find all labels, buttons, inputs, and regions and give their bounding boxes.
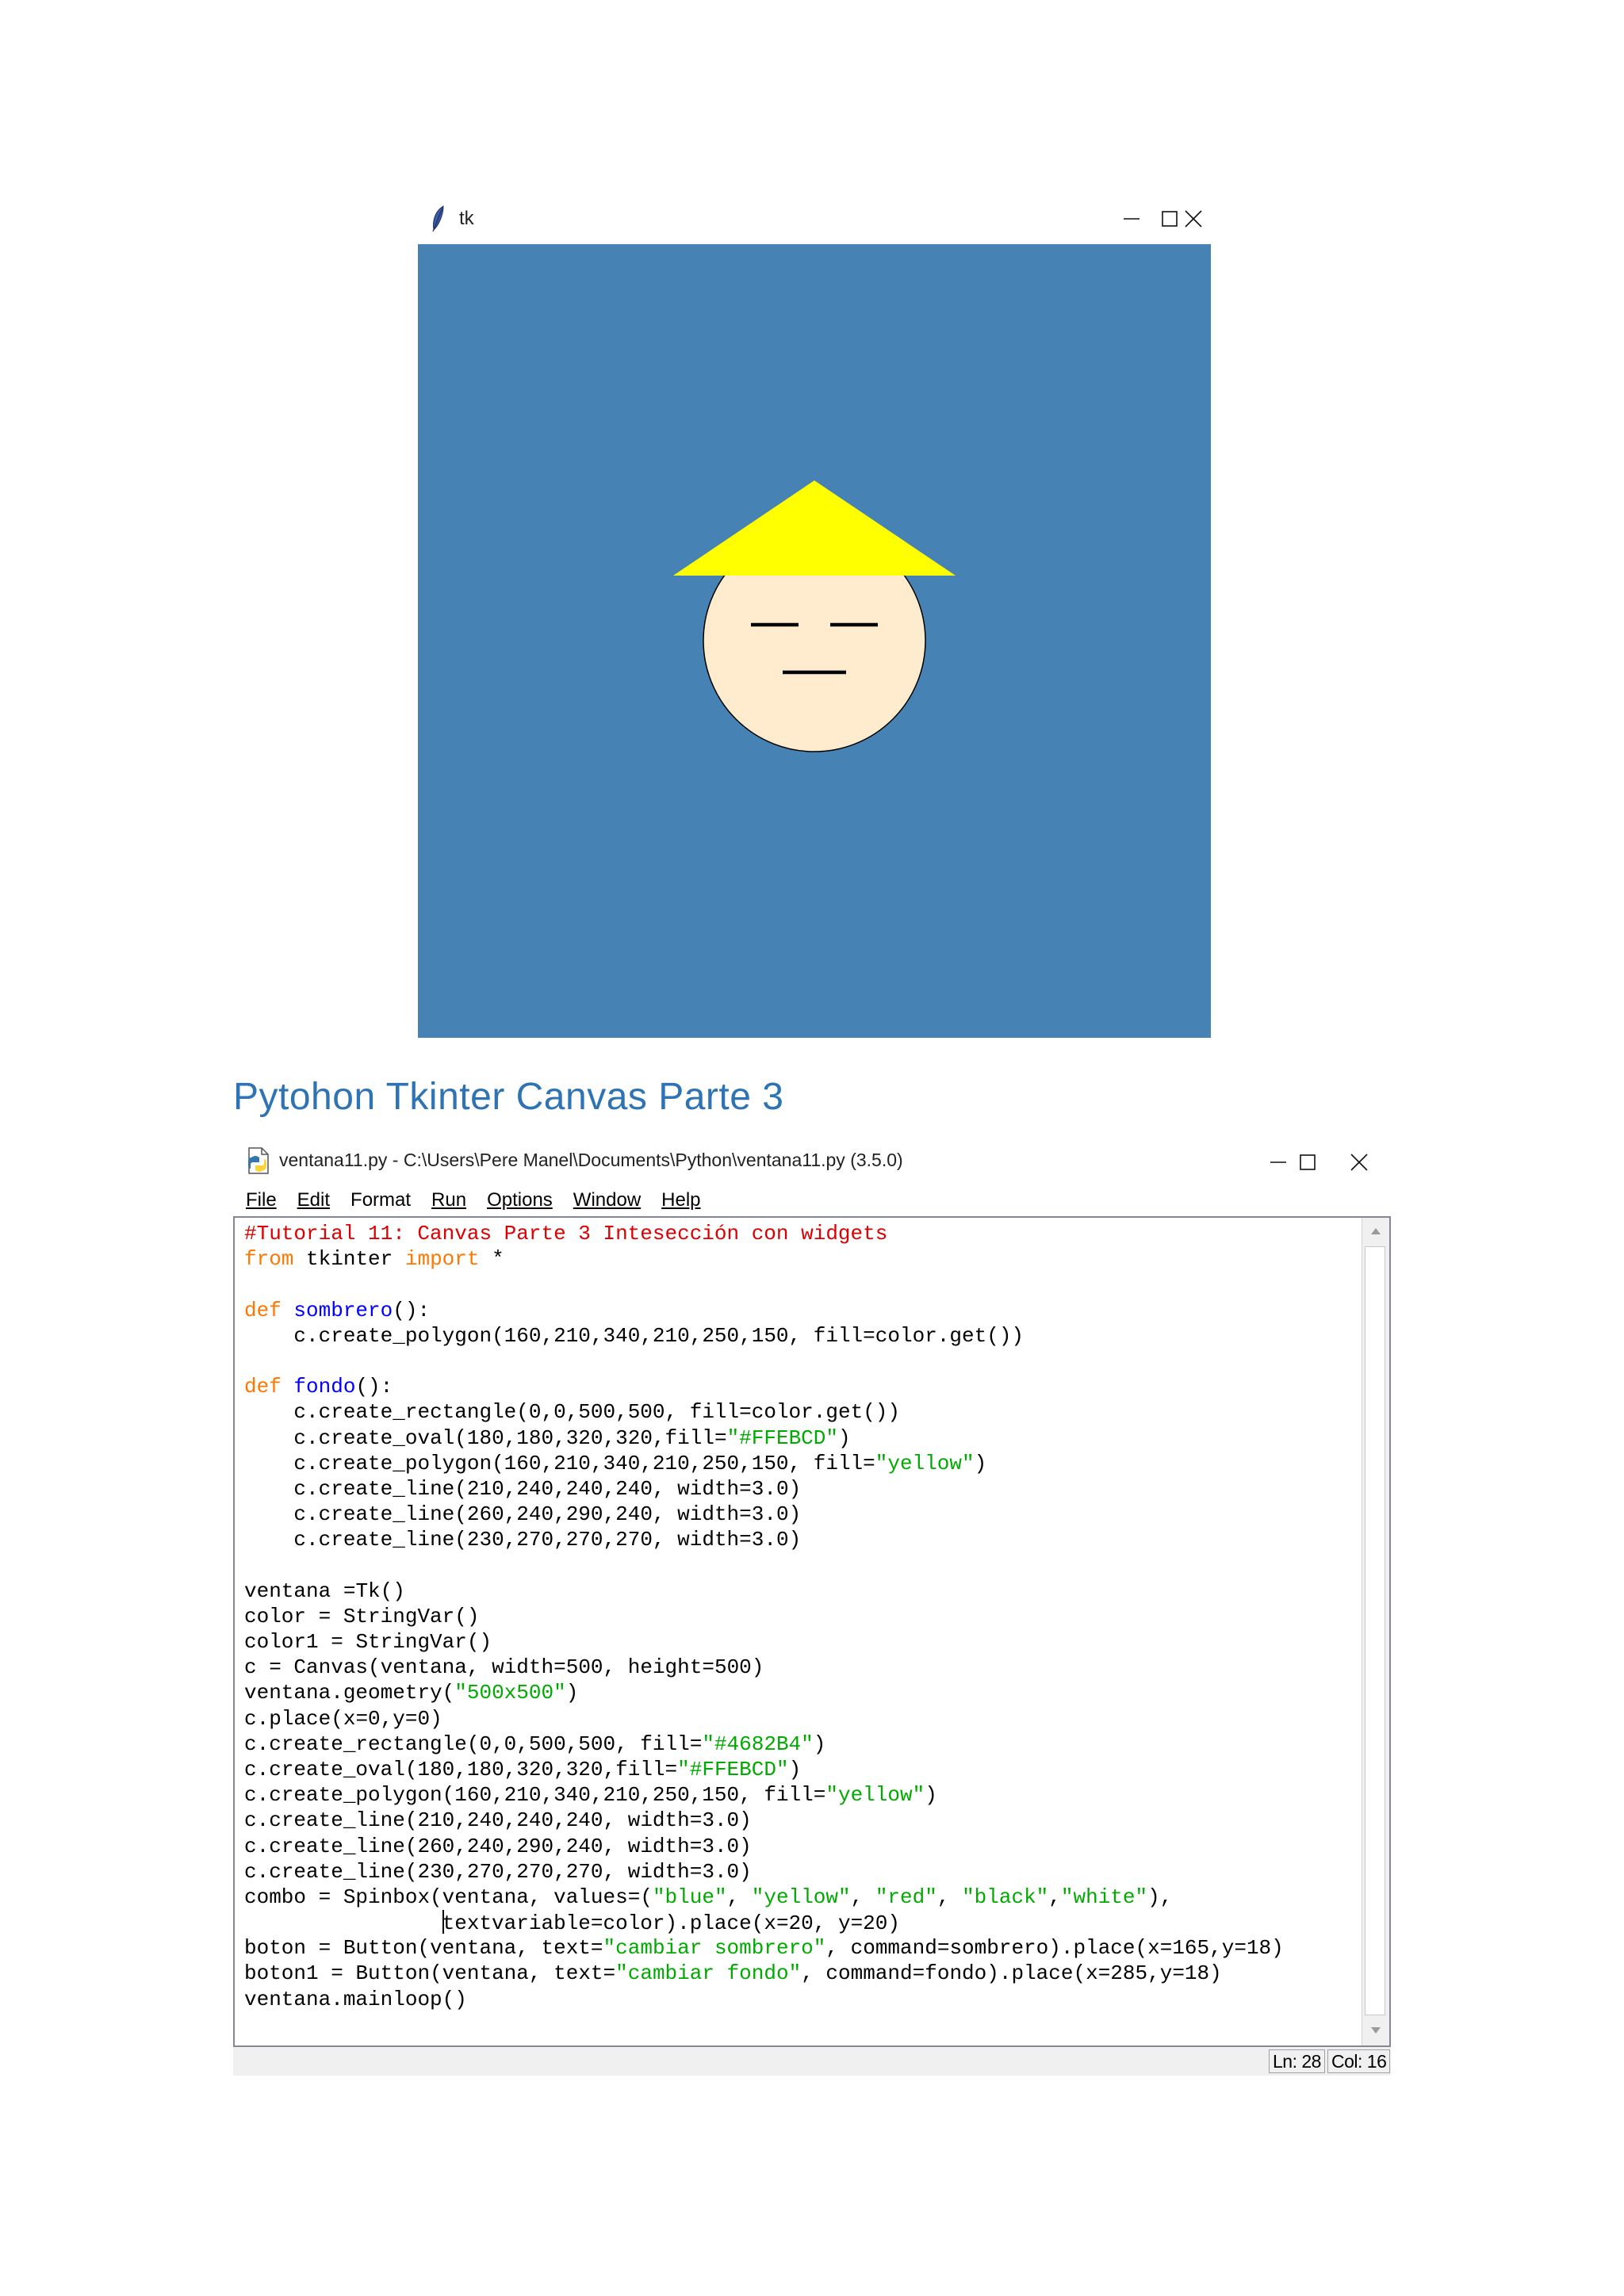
code-line: boton = Button(ventana, text="cambiar so… xyxy=(244,1936,1284,1961)
code-line: c.place(x=0,y=0) xyxy=(244,1706,442,1731)
code-line: c.create_line(210,240,240,240, width=3.0… xyxy=(244,1808,752,1833)
idle-close-button[interactable] xyxy=(1335,1143,1383,1181)
code-editor[interactable]: #Tutorial 11: Canvas Parte 3 Intesección… xyxy=(233,1216,1391,2047)
idle-window-title: ventana11.py - C:\Users\Pere Manel\Docum… xyxy=(279,1150,903,1170)
menu-edit[interactable]: Edit xyxy=(297,1189,330,1211)
code-line: color1 = StringVar() xyxy=(244,1630,492,1654)
code-line: c.create_polygon(160,210,340,210,250,150… xyxy=(244,1783,937,1808)
code-line: c.create_rectangle(0,0,500,500, fill=col… xyxy=(293,1400,900,1425)
code-line: c.create_oval(180,180,320,320,fill="#FFE… xyxy=(244,1757,802,1781)
minimize-icon xyxy=(1124,218,1139,220)
code-line: c.create_rectangle(0,0,500,500, fill="#4… xyxy=(244,1732,826,1756)
code-line: c.create_line(230,270,270,270, width=3.0… xyxy=(293,1528,802,1552)
code-line: ventana.geometry("500x500") xyxy=(244,1681,579,1705)
menu-file[interactable]: File xyxy=(246,1189,277,1211)
status-line-number: Ln: 28 xyxy=(1269,2049,1325,2073)
code-line: #Tutorial 11: Canvas Parte 3 Intesección… xyxy=(244,1222,888,1246)
menu-format-label: Format xyxy=(350,1189,412,1211)
scroll-down-arrow-icon xyxy=(1371,2027,1381,2034)
code-line: c.create_line(230,270,270,270, width=3.0… xyxy=(244,1859,752,1884)
menu-window[interactable]: Window xyxy=(573,1189,641,1211)
code-line: c.create_line(260,240,290,240, width=3.0… xyxy=(244,1834,752,1858)
menu-run[interactable]: Run xyxy=(431,1189,466,1211)
tk-window-title: tk xyxy=(459,208,474,229)
idle-editor-window: ventana11.py - C:\Users\Pere Manel\Docum… xyxy=(233,1137,1391,2076)
code-line: combo = Spinbox(ventana, values=("blue",… xyxy=(244,1885,1173,1909)
status-bar: Ln: 28 Col: 16 xyxy=(233,2047,1391,2076)
close-icon xyxy=(1350,1154,1368,1171)
code-line: from tkinter import * xyxy=(244,1247,504,1272)
tk-feather-icon xyxy=(432,205,444,232)
scrollbar-thumb[interactable] xyxy=(1365,1246,1385,2015)
status-column-number: Col: 16 xyxy=(1327,2049,1391,2073)
tk-title-bar[interactable]: tk xyxy=(418,193,1211,244)
menu-help[interactable]: Help xyxy=(661,1189,700,1211)
code-line: ventana =Tk() xyxy=(244,1578,405,1603)
menu-format[interactable]: Format xyxy=(350,1189,411,1211)
python-file-icon xyxy=(248,1147,269,1174)
close-icon xyxy=(1185,210,1202,228)
code-line: def fondo(): xyxy=(244,1375,393,1399)
maximize-icon xyxy=(1300,1154,1316,1170)
code-line: c.create_polygon(160,210,340,210,250,150… xyxy=(293,1323,1025,1348)
idle-maximize-button[interactable] xyxy=(1284,1143,1331,1181)
code-line: c.create_line(210,240,240,240, width=3.0… xyxy=(293,1476,802,1501)
code-line: c.create_line(260,240,290,240, width=3.0… xyxy=(293,1502,802,1527)
menu-help-label: Help xyxy=(661,1189,701,1211)
scroll-up-button[interactable] xyxy=(1362,1218,1389,1245)
menu-edit-label: Edit xyxy=(297,1189,331,1211)
tk-window: tk xyxy=(418,193,1211,1038)
code-line: def sombrero(): xyxy=(244,1298,431,1322)
menu-options[interactable]: Options xyxy=(487,1189,553,1211)
menu-file-label: File xyxy=(246,1189,277,1211)
code-text[interactable]: #Tutorial 11: Canvas Parte 3 Intesección… xyxy=(244,1221,1354,2012)
vertical-scrollbar[interactable] xyxy=(1362,1218,1389,2045)
code-line: textvariable=color).place(x=20, y=20) xyxy=(442,1910,900,1936)
menu-window-label: Window xyxy=(573,1189,642,1211)
code-line: c = Canvas(ventana, width=500, height=50… xyxy=(244,1655,764,1680)
menu-options-label: Options xyxy=(487,1189,553,1211)
document-heading: Pytohon Tkinter Canvas Parte 3 xyxy=(233,1076,784,1118)
code-line: boton1 = Button(ventana, text="cambiar f… xyxy=(244,1961,1222,1986)
code-line: c.create_polygon(160,210,340,210,250,150… xyxy=(293,1451,987,1475)
code-line: ventana.mainloop() xyxy=(244,1987,467,2011)
idle-title-bar[interactable]: ventana11.py - C:\Users\Pere Manel\Docum… xyxy=(233,1137,1391,1184)
idle-menu-bar: File Edit Format Run Options Window Help xyxy=(233,1184,1391,1216)
menu-run-label: Run xyxy=(431,1189,467,1211)
code-line: c.create_oval(180,180,320,320,fill="#FFE… xyxy=(293,1425,851,1450)
tk-close-button[interactable] xyxy=(1166,200,1220,238)
tk-canvas[interactable] xyxy=(418,244,1211,1038)
scroll-down-button[interactable] xyxy=(1362,2017,1389,2044)
scroll-up-arrow-icon xyxy=(1371,1228,1381,1234)
code-line: color = StringVar() xyxy=(244,1604,480,1628)
